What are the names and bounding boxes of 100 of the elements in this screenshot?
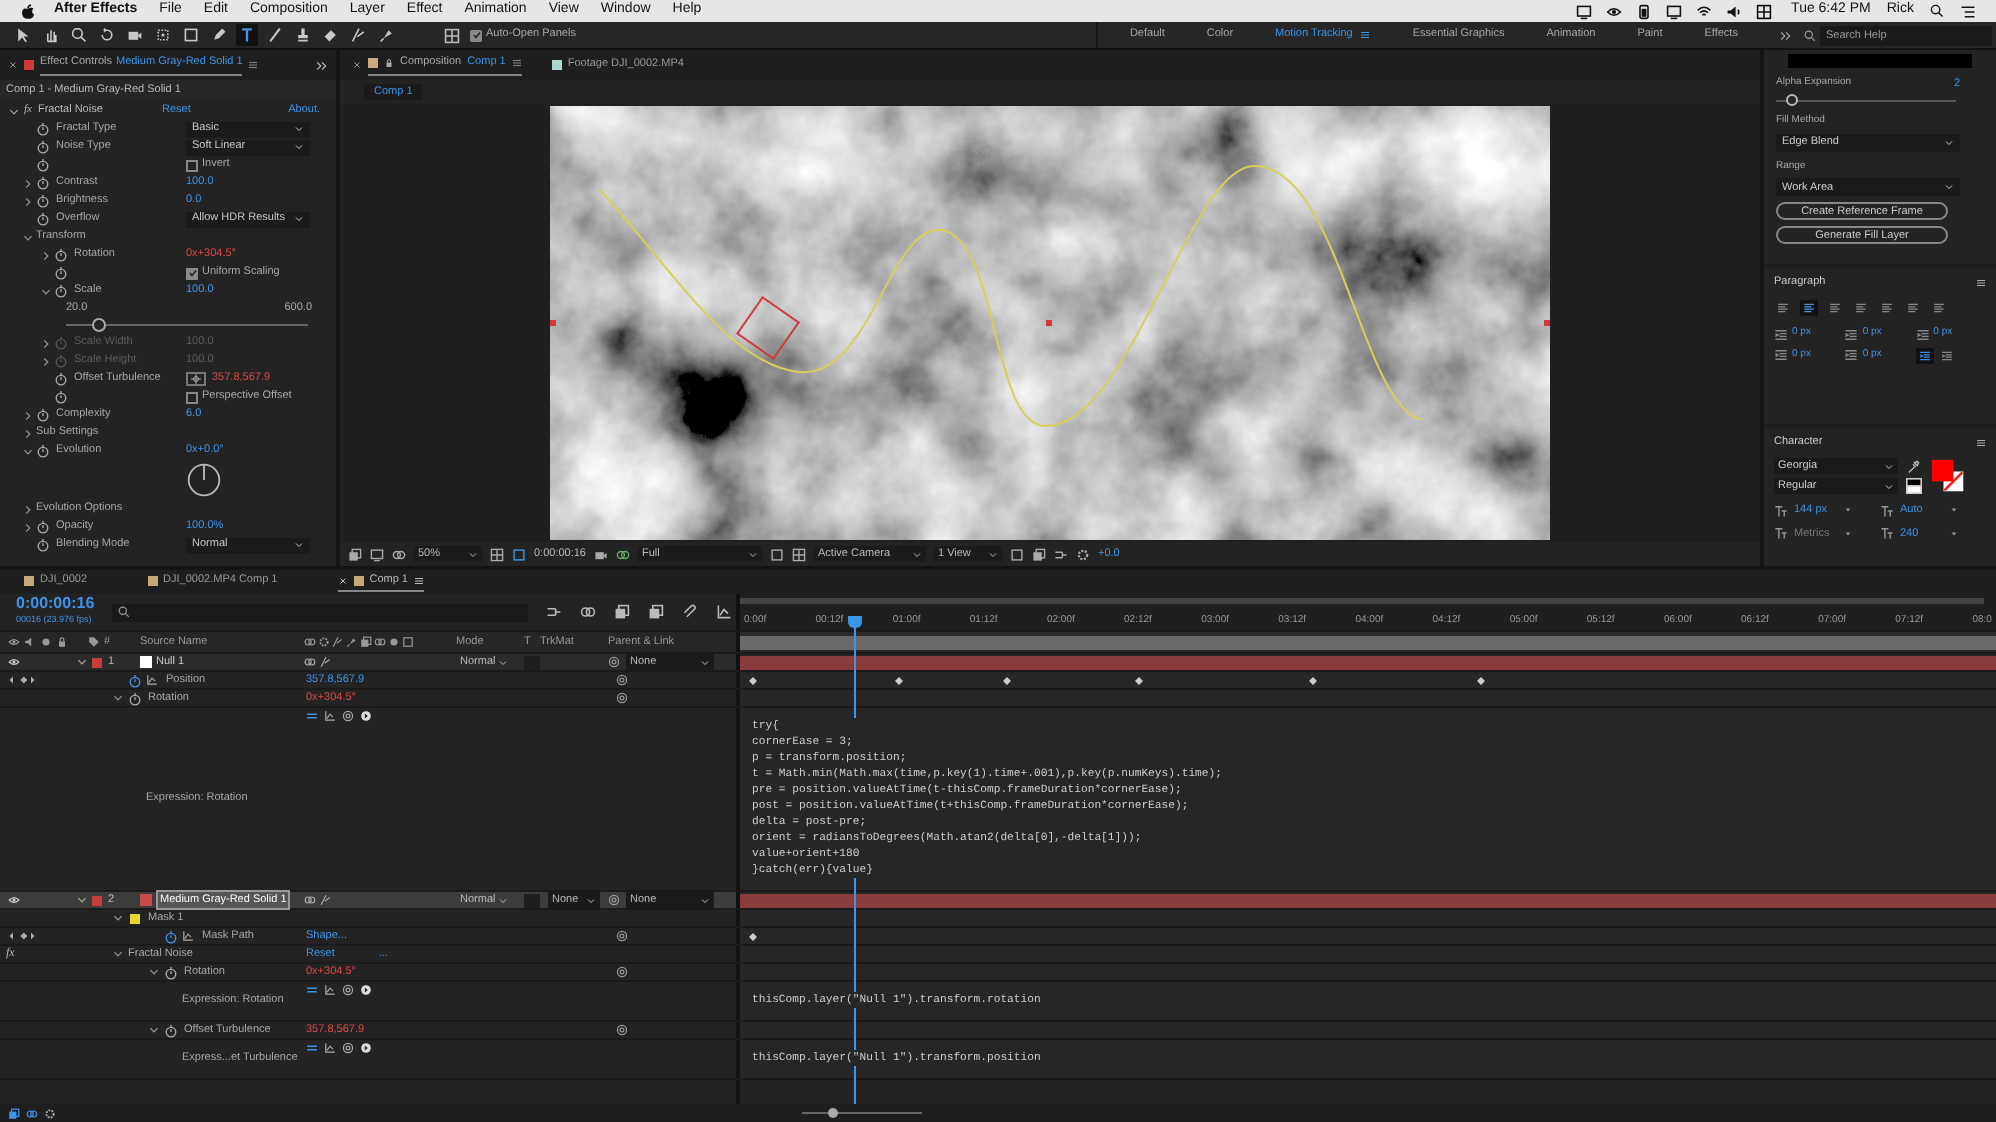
panel-icon[interactable]: [444, 27, 460, 43]
checkbox[interactable]: [186, 267, 198, 279]
eye-icon[interactable]: [8, 894, 20, 906]
pick-whip-icon[interactable]: [342, 710, 354, 722]
pick-whip-icon[interactable]: [616, 930, 628, 942]
speaker-icon[interactable]: [24, 636, 36, 648]
twirl-icon[interactable]: [22, 177, 34, 189]
stopwatch-icon[interactable]: [164, 965, 178, 979]
keyframe-icon[interactable]: [894, 676, 905, 686]
expression-toggle-icon[interactable]: [306, 710, 318, 722]
align-icon[interactable]: [1852, 300, 1870, 317]
twirl-icon[interactable]: [22, 409, 34, 421]
pick-whip-icon[interactable]: [616, 966, 628, 978]
language-menu-icon[interactable]: [360, 710, 372, 722]
expand-icon[interactable]: [316, 59, 328, 71]
language-menu-icon[interactable]: [360, 984, 372, 996]
menu-icon[interactable]: [1976, 277, 1986, 288]
stopwatch-icon[interactable]: [54, 248, 68, 262]
font-size-icon[interactable]: [1774, 503, 1788, 518]
twirl-icon[interactable]: [76, 656, 88, 668]
align-icon[interactable]: [1800, 300, 1818, 317]
stopwatch-icon[interactable]: [36, 408, 50, 422]
keyframe-icon[interactable]: [1134, 676, 1145, 686]
stopwatch-icon[interactable]: [36, 122, 50, 136]
type-icon[interactable]: [236, 24, 258, 46]
twirl-icon[interactable]: [112, 948, 124, 960]
keyframe-icon[interactable]: [747, 932, 758, 942]
checkbox[interactable]: [470, 29, 482, 41]
stopwatch-icon[interactable]: [36, 158, 50, 172]
checkbox[interactable]: [186, 391, 198, 403]
align-icon[interactable]: [1904, 300, 1922, 317]
slider-track[interactable]: [1776, 94, 1956, 107]
stopwatch-icon[interactable]: [36, 538, 50, 552]
twirl-icon[interactable]: [8, 105, 20, 117]
crosshair-icon[interactable]: [186, 372, 206, 386]
indent-icon[interactable]: [1774, 327, 1788, 341]
fill-stroke-swatch-icon[interactable]: [1930, 458, 1966, 495]
graph-icon[interactable]: [324, 984, 336, 996]
stamp-icon[interactable]: [292, 24, 314, 46]
stopwatch-icon[interactable]: [36, 176, 50, 190]
stopwatch-icon[interactable]: [164, 929, 178, 943]
align-icon[interactable]: [1826, 300, 1844, 317]
apple-icon[interactable]: [20, 3, 36, 19]
twirl-icon[interactable]: [22, 503, 34, 515]
volume-icon[interactable]: [1725, 3, 1742, 19]
pick-whip-icon[interactable]: [342, 1042, 354, 1054]
twirl-icon[interactable]: [76, 894, 88, 906]
pick-whip-icon[interactable]: [608, 894, 620, 906]
label-color-swatch[interactable]: [92, 895, 102, 905]
text-direction-icon[interactable]: [1937, 347, 1956, 364]
label-icon[interactable]: [88, 636, 100, 648]
layers-icon[interactable]: [348, 547, 362, 561]
grid-icon[interactable]: [490, 547, 504, 561]
twirl-icon[interactable]: [40, 285, 52, 297]
twirl-icon[interactable]: [112, 692, 124, 704]
stopwatch-icon[interactable]: [54, 284, 68, 298]
keyframe-icon[interactable]: [1308, 676, 1319, 686]
eye-icon[interactable]: [8, 656, 20, 668]
checkbox[interactable]: [186, 159, 198, 171]
lock-icon[interactable]: [56, 636, 68, 648]
stopwatch-icon[interactable]: [54, 372, 68, 386]
rotate-icon[interactable]: [96, 24, 118, 46]
eyedropper-icon[interactable]: [1906, 459, 1920, 474]
keyframe-nav-icon[interactable]: [6, 674, 38, 686]
stopwatch-icon[interactable]: [54, 390, 68, 404]
grid-icon[interactable]: [1755, 3, 1772, 19]
align-icon[interactable]: [1878, 300, 1896, 317]
menu-icon[interactable]: [1976, 437, 1986, 448]
close-icon[interactable]: [352, 60, 362, 70]
flowchart-icon[interactable]: [1054, 547, 1068, 561]
rectangle-icon[interactable]: [180, 24, 202, 46]
twirl-icon[interactable]: [148, 1024, 160, 1036]
indent-icon[interactable]: [1774, 348, 1788, 363]
eye-icon[interactable]: [1605, 3, 1622, 19]
slider-track[interactable]: [66, 318, 308, 333]
zoom-icon[interactable]: [68, 24, 90, 46]
graph-icon[interactable]: [146, 674, 158, 686]
indent-icon[interactable]: [1915, 327, 1930, 341]
flowchart-icon[interactable]: [546, 604, 562, 620]
text-direction-icon[interactable]: [1915, 347, 1934, 364]
label-color-swatch[interactable]: [92, 657, 102, 667]
graph-editor-icon[interactable]: [716, 604, 732, 620]
zoom-slider-thumb[interactable]: [827, 1108, 837, 1118]
display-icon[interactable]: [1575, 3, 1592, 19]
stopwatch-icon[interactable]: [128, 673, 142, 687]
search-field[interactable]: [112, 603, 528, 621]
kerning-icon[interactable]: [1774, 526, 1788, 541]
leading-icon[interactable]: [1880, 503, 1894, 518]
indent-icon[interactable]: [1844, 348, 1859, 363]
stopwatch-icon[interactable]: [54, 266, 68, 280]
keyframe-icon[interactable]: [1476, 676, 1486, 686]
stopwatch-icon[interactable]: [36, 520, 50, 534]
tracking-icon[interactable]: [1880, 526, 1894, 541]
display-icon[interactable]: [1665, 3, 1682, 19]
twirl-icon[interactable]: [22, 427, 34, 439]
slider-thumb[interactable]: [92, 318, 107, 333]
twirl-icon[interactable]: [148, 966, 160, 978]
stopwatch-icon[interactable]: [164, 1023, 178, 1037]
keyframe-nav-icon[interactable]: [6, 930, 38, 942]
default-colors-icon[interactable]: [1906, 477, 1922, 494]
